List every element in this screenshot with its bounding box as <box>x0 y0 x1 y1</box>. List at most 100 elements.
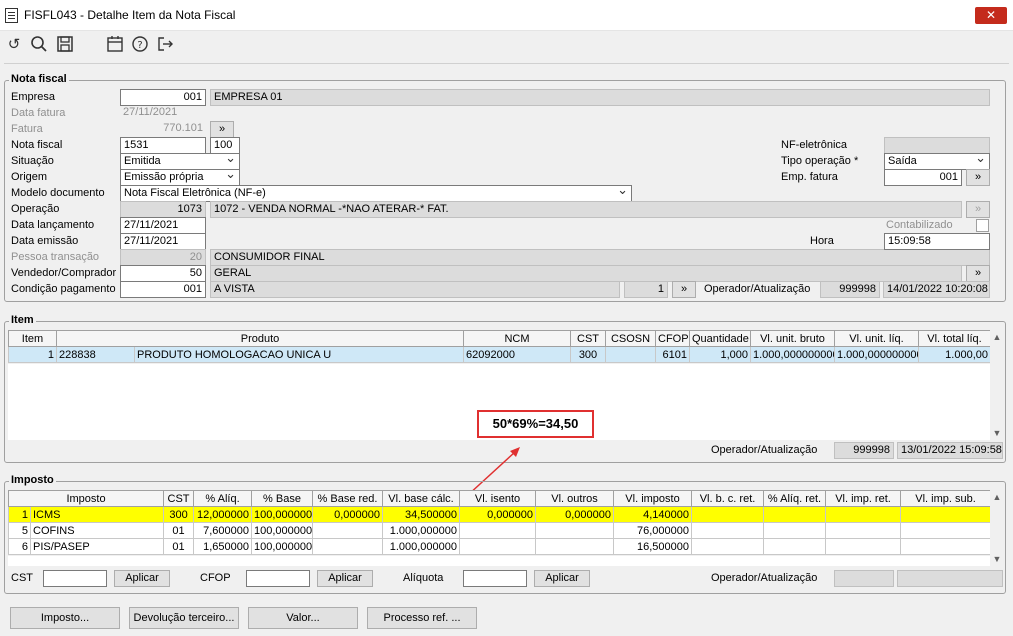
condicao-lookup-button[interactable]: » <box>672 281 696 298</box>
data-emissao-field[interactable]: 27/11/2021 <box>120 233 206 250</box>
close-button[interactable]: ✕ <box>975 7 1007 24</box>
col-vl-bc-ret[interactable]: Vl. b. c. ret. <box>691 490 765 507</box>
imp-sub-cell[interactable] <box>900 538 992 555</box>
emp-fatura-lookup-button[interactable]: » <box>966 169 990 186</box>
col-cfop[interactable]: CFOP <box>655 330 690 347</box>
base-red-cell[interactable] <box>312 522 384 539</box>
cst-cell[interactable]: 01 <box>163 538 195 555</box>
base-cell[interactable]: 100,000000 <box>251 538 314 555</box>
cfop-cell[interactable]: 6101 <box>655 346 690 363</box>
cst-cell[interactable]: 300 <box>163 506 195 523</box>
base-cell[interactable]: 100,000000 <box>251 506 314 523</box>
col-vl-imp-ret[interactable]: Vl. imp. ret. <box>825 490 902 507</box>
cfop-aplicar-button[interactable]: Aplicar <box>317 570 373 587</box>
base-red-cell[interactable] <box>312 538 384 555</box>
item-scrollbar[interactable]: ▲ ▼ <box>990 330 1004 440</box>
serie-field[interactable]: 100 <box>210 137 240 154</box>
vl-imposto-cell[interactable]: 16,500000 <box>613 538 693 555</box>
col-item[interactable]: Item <box>8 330 57 347</box>
hora-field[interactable]: 15:09:58 <box>884 233 990 250</box>
aliq-ret-cell[interactable] <box>763 506 827 523</box>
col-ncm[interactable]: NCM <box>463 330 571 347</box>
operacao-lookup-button[interactable]: » <box>966 201 990 218</box>
tipo-operacao-select[interactable]: Saída <box>884 153 990 170</box>
bc-ret-cell[interactable] <box>691 506 765 523</box>
aliquota-aplicar-button[interactable]: Aplicar <box>534 570 590 587</box>
data-lancamento-field[interactable]: 27/11/2021 <box>120 217 206 234</box>
table-row[interactable]: 1 228838 PRODUTO HOMOLOGACAO UNICA U 620… <box>8 346 991 363</box>
aliq-cell[interactable]: 7,600000 <box>193 522 253 539</box>
csosn-cell[interactable] <box>605 346 656 363</box>
cod-cell[interactable]: 5 <box>8 522 31 539</box>
bc-ret-cell[interactable] <box>691 522 765 539</box>
table-row[interactable]: 6 PIS/PASEP 01 1,650000 100,000000 1.000… <box>8 538 992 555</box>
col-vl-imp-sub[interactable]: Vl. imp. sub. <box>900 490 992 507</box>
col-base[interactable]: % Base <box>251 490 314 507</box>
col-vl-imposto[interactable]: Vl. imposto <box>613 490 693 507</box>
processo-ref-button[interactable]: Processo ref. ... <box>367 607 477 629</box>
imp-ret-cell[interactable] <box>825 522 902 539</box>
col-vl-total-liq[interactable]: Vl. total líq. <box>918 330 991 347</box>
aliq-cell[interactable]: 1,650000 <box>193 538 253 555</box>
vl-imposto-cell[interactable]: 76,000000 <box>613 522 693 539</box>
imp-sub-cell[interactable] <box>900 506 992 523</box>
modelo-select[interactable]: Nota Fiscal Eletrônica (NF-e) <box>120 185 632 202</box>
nome-cell[interactable]: PIS/PASEP <box>29 538 165 555</box>
vl-base-cell[interactable]: 34,500000 <box>382 506 461 523</box>
col-vl-base-calc[interactable]: Vl. base cálc. <box>382 490 461 507</box>
calendar-icon[interactable] <box>105 35 125 55</box>
vl-base-cell[interactable]: 1.000,000000 <box>382 522 461 539</box>
col-vl-outros[interactable]: Vl. outros <box>535 490 615 507</box>
vendedor-code-field[interactable]: 50 <box>120 265 206 282</box>
empresa-code-field[interactable]: 001 <box>120 89 206 106</box>
scroll-down-icon[interactable]: ▼ <box>990 552 1004 566</box>
search-icon[interactable] <box>29 35 49 55</box>
col-base-red[interactable]: % Base red. <box>312 490 384 507</box>
produto-cell[interactable]: PRODUTO HOMOLOGACAO UNICA U <box>134 346 464 363</box>
imposto-scrollbar[interactable]: ▲ ▼ <box>990 490 1004 566</box>
cst-cell[interactable]: 300 <box>570 346 606 363</box>
codigo-cell[interactable]: 228838 <box>56 346 135 363</box>
aliq-cell[interactable]: 12,000000 <box>193 506 253 523</box>
scroll-up-icon[interactable]: ▲ <box>990 490 1004 504</box>
condicao-code-field[interactable]: 001 <box>120 281 206 298</box>
contabilizado-checkbox[interactable] <box>976 219 989 232</box>
col-aliq[interactable]: % Alíq. <box>193 490 253 507</box>
ncm-cell[interactable]: 62092000 <box>463 346 571 363</box>
nota-fiscal-field[interactable]: 1531 <box>120 137 206 154</box>
outros-cell[interactable]: 0,000000 <box>535 506 615 523</box>
help-icon[interactable]: ? <box>130 35 150 55</box>
imp-ret-cell[interactable] <box>825 506 902 523</box>
col-cst[interactable]: CST <box>570 330 606 347</box>
fatura-lookup-button[interactable]: » <box>210 121 234 138</box>
cfop-filter-input[interactable] <box>246 570 310 587</box>
col-cst[interactable]: CST <box>163 490 195 507</box>
aliq-ret-cell[interactable] <box>763 538 827 555</box>
undo-icon[interactable]: ↺ <box>4 35 24 55</box>
item-cell[interactable]: 1 <box>8 346 57 363</box>
isento-cell[interactable] <box>459 538 537 555</box>
devolucao-terceiro-button[interactable]: Devolução terceiro... <box>129 607 239 629</box>
nome-cell[interactable]: COFINS <box>29 522 165 539</box>
col-vl-unit-liq[interactable]: Vl. unit. líq. <box>834 330 919 347</box>
base-cell[interactable]: 100,000000 <box>251 522 314 539</box>
col-quantidade[interactable]: Quantidade <box>689 330 751 347</box>
imp-sub-cell[interactable] <box>900 522 992 539</box>
cst-cell[interactable]: 01 <box>163 522 195 539</box>
imp-ret-cell[interactable] <box>825 538 902 555</box>
cod-cell[interactable]: 1 <box>8 506 31 523</box>
vl-total-liq-cell[interactable]: 1.000,00 <box>918 346 991 363</box>
isento-cell[interactable] <box>459 522 537 539</box>
quantidade-cell[interactable]: 1,000 <box>689 346 751 363</box>
cst-aplicar-button[interactable]: Aplicar <box>114 570 170 587</box>
bc-ret-cell[interactable] <box>691 538 765 555</box>
nome-cell[interactable]: ICMS <box>29 506 165 523</box>
col-aliq-ret[interactable]: % Alíq. ret. <box>763 490 827 507</box>
table-row[interactable]: 5 COFINS 01 7,600000 100,000000 1.000,00… <box>8 522 992 539</box>
col-csosn[interactable]: CSOSN <box>605 330 656 347</box>
col-vl-isento[interactable]: Vl. isento <box>459 490 537 507</box>
aliq-ret-cell[interactable] <box>763 522 827 539</box>
isento-cell[interactable]: 0,000000 <box>459 506 537 523</box>
cst-filter-input[interactable] <box>43 570 107 587</box>
outros-cell[interactable] <box>535 522 615 539</box>
